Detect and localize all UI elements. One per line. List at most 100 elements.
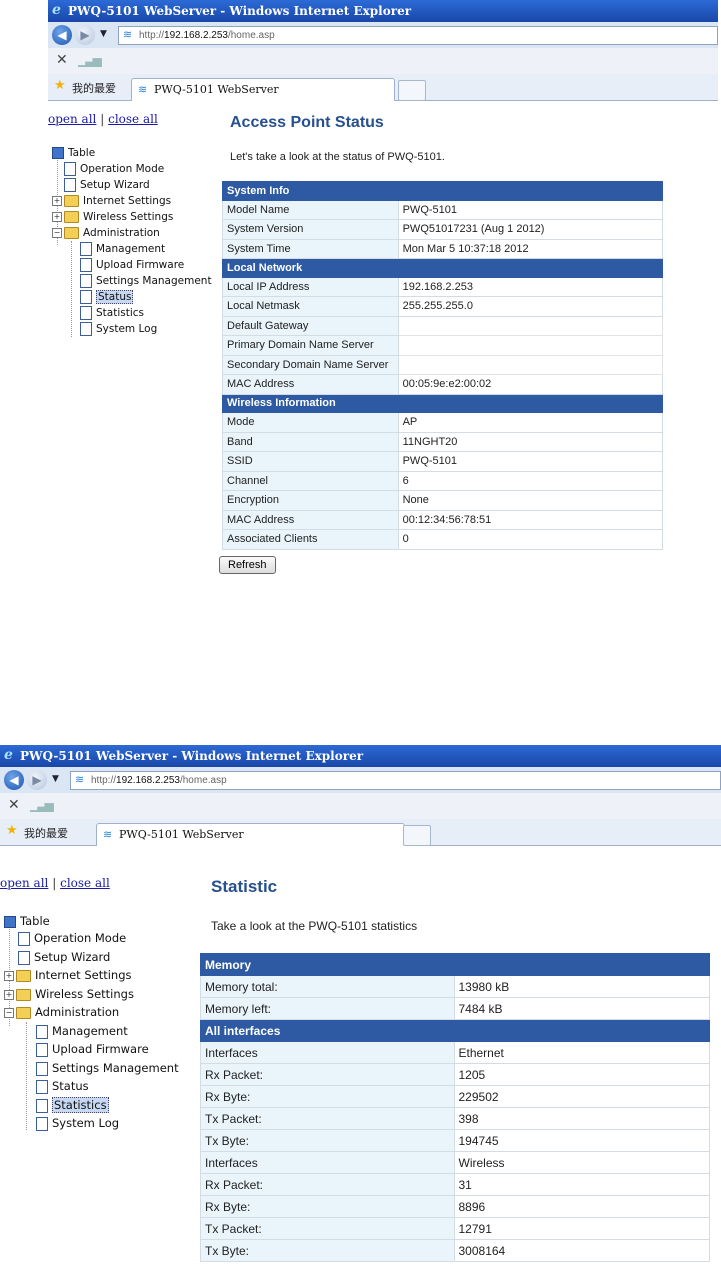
browser-tab[interactable]: ≋ PWQ-5101 WebServer — [96, 823, 405, 846]
row-value: 8896 — [453, 1195, 710, 1218]
status-table: System Info Model Name PWQ-5101 System Vers… — [222, 181, 664, 550]
section-header-wireless-information: Wireless Information — [222, 393, 663, 413]
ie-logo-icon: e — [4, 747, 13, 763]
open-folder-icon — [64, 227, 79, 239]
row-label: Local Netmask — [222, 296, 399, 317]
close-all-link[interactable]: close all — [108, 112, 158, 126]
tree-item-upload-firmware[interactable]: Upload Firmware — [80, 257, 184, 273]
expand-plus-icon[interactable]: + — [4, 989, 14, 1000]
ie-logo-icon: e — [52, 2, 61, 18]
page-icon — [18, 931, 30, 946]
tree-item-statistics[interactable]: Statistics — [36, 1097, 109, 1113]
row-label: System Version — [222, 219, 399, 240]
row-label: Associated Clients — [222, 529, 399, 550]
favorites-star-icon[interactable]: ★ — [6, 823, 18, 838]
tree-item-upload-firmware[interactable]: Upload Firmware — [36, 1041, 149, 1057]
table-row: Tx Packet: 12791 — [200, 1217, 710, 1240]
table-row: Primary Domain Name Server — [222, 335, 664, 356]
section-header-label: Wireless Information — [222, 393, 663, 413]
tree-item-settings-management[interactable]: Settings Management — [36, 1060, 179, 1076]
tree-item-system-log[interactable]: System Log — [80, 321, 157, 337]
row-label: Rx Byte: — [200, 1195, 455, 1218]
table-row: Interfaces Ethernet — [200, 1041, 710, 1064]
row-value: 229502 — [453, 1085, 710, 1108]
favorites-label[interactable]: 我的最爱 — [24, 825, 68, 841]
section-header-label: Memory — [200, 953, 710, 976]
computer-icon — [52, 147, 64, 159]
expand-plus-icon[interactable]: + — [52, 196, 62, 206]
forward-arrow-icon[interactable]: ▶ — [27, 770, 47, 790]
table-row: SSID PWQ-5101 — [222, 451, 664, 472]
address-input[interactable]: ≋ http://192.168.2.253/home.asp — [70, 771, 721, 790]
back-arrow-icon[interactable]: ◀ — [52, 25, 72, 45]
row-label: Interfaces — [200, 1041, 455, 1064]
row-label: Memory total: — [200, 975, 455, 998]
tree-folder-wireless-settings[interactable]: + Wireless Settings — [4, 986, 134, 1002]
tree-item-status[interactable]: Status — [36, 1078, 89, 1094]
forward-arrow-icon[interactable]: ▶ — [75, 25, 95, 45]
open-all-link[interactable]: open all — [48, 112, 96, 126]
row-value: 7484 kB — [453, 997, 710, 1020]
address-toolbar: ◀ ▶ ▼ ≋ http://192.168.2.253/home.asp — [48, 22, 718, 49]
address-input[interactable]: ≋ http://192.168.2.253/home.asp — [118, 26, 718, 45]
close-x-icon[interactable]: ✕ — [56, 52, 68, 68]
table-row: Tx Byte: 3008164 — [200, 1239, 710, 1262]
expand-plus-icon[interactable]: + — [4, 970, 14, 981]
section-header-memory: Memory — [200, 953, 710, 976]
table-row: Local IP Address 192.168.2.253 — [222, 276, 664, 297]
tree-item-system-log[interactable]: System Log — [36, 1115, 119, 1131]
favorites-star-icon[interactable]: ★ — [54, 78, 66, 93]
row-value: 31 — [453, 1173, 710, 1196]
page-icon — [64, 178, 76, 192]
row-label: System Time — [222, 238, 399, 259]
table-row: Tx Byte: 194745 — [200, 1129, 710, 1152]
page-intro: Let's take a look at the status of PWQ-5… — [230, 151, 445, 163]
section-header-label: Local Network — [222, 258, 663, 278]
folder-icon — [16, 988, 31, 1001]
row-label: Channel — [222, 470, 399, 491]
row-label: Encryption — [222, 490, 399, 511]
tree-folder-administration[interactable]: − Administration — [52, 225, 160, 241]
new-tab-button[interactable] — [403, 825, 431, 846]
tree-item-settings-management[interactable]: Settings Management — [80, 273, 212, 289]
tree-folder-internet-settings[interactable]: + Internet Settings — [4, 967, 132, 983]
collapse-minus-icon[interactable]: − — [4, 1007, 14, 1018]
tree-folder-internet-settings[interactable]: + Internet Settings — [52, 193, 171, 209]
tree-folder-administration[interactable]: − Administration — [4, 1004, 119, 1020]
favorites-label[interactable]: 我的最爱 — [72, 80, 116, 96]
browser-tab[interactable]: ≋ PWQ-5101 WebServer — [131, 78, 395, 101]
close-all-link[interactable]: close all — [60, 876, 110, 890]
tree-root-table[interactable]: Table — [52, 145, 95, 161]
collapse-minus-icon[interactable]: − — [52, 228, 62, 238]
tree-item-setup-wizard[interactable]: Setup Wizard — [18, 949, 110, 965]
tree-item-operation-mode[interactable]: Operation Mode — [18, 930, 126, 946]
page-content: open all | close all Table Operation Mod… — [48, 101, 718, 585]
tree-item-statistics[interactable]: Statistics — [80, 305, 144, 321]
refresh-button[interactable]: Refresh — [219, 556, 276, 574]
tree-item-management[interactable]: Management — [80, 241, 165, 257]
close-x-icon[interactable]: ✕ — [8, 797, 20, 813]
table-row: Associated Clients 0 — [222, 529, 664, 550]
page-intro: Take a look at the PWQ-5101 statistics — [211, 919, 418, 933]
history-dropdown-icon[interactable]: ▼ — [52, 774, 59, 784]
row-value: PWQ-5101 — [397, 199, 664, 220]
tree-item-setup-wizard[interactable]: Setup Wizard — [64, 177, 150, 193]
history-dropdown-icon[interactable]: ▼ — [100, 29, 107, 39]
page-icon — [18, 950, 30, 965]
window-title: PWQ-5101 WebServer - Windows Internet Ex… — [68, 4, 412, 18]
row-value — [397, 354, 664, 375]
row-label: Tx Packet: — [200, 1217, 455, 1240]
table-row: Default Gateway — [222, 315, 664, 336]
open-all-link[interactable]: open all — [0, 876, 48, 890]
back-arrow-icon[interactable]: ◀ — [4, 770, 24, 790]
table-row: Rx Byte: 8896 — [200, 1195, 710, 1218]
new-tab-button[interactable] — [398, 80, 426, 101]
tab-wifi-icon: ≋ — [138, 83, 148, 96]
tree-root-table[interactable]: Table — [4, 912, 50, 931]
expand-plus-icon[interactable]: + — [52, 212, 62, 222]
tree-item-operation-mode[interactable]: Operation Mode — [64, 161, 164, 177]
page-icon — [36, 1098, 48, 1113]
tree-item-status[interactable]: Status — [80, 289, 134, 305]
tree-item-management[interactable]: Management — [36, 1023, 128, 1039]
tree-folder-wireless-settings[interactable]: + Wireless Settings — [52, 209, 173, 225]
